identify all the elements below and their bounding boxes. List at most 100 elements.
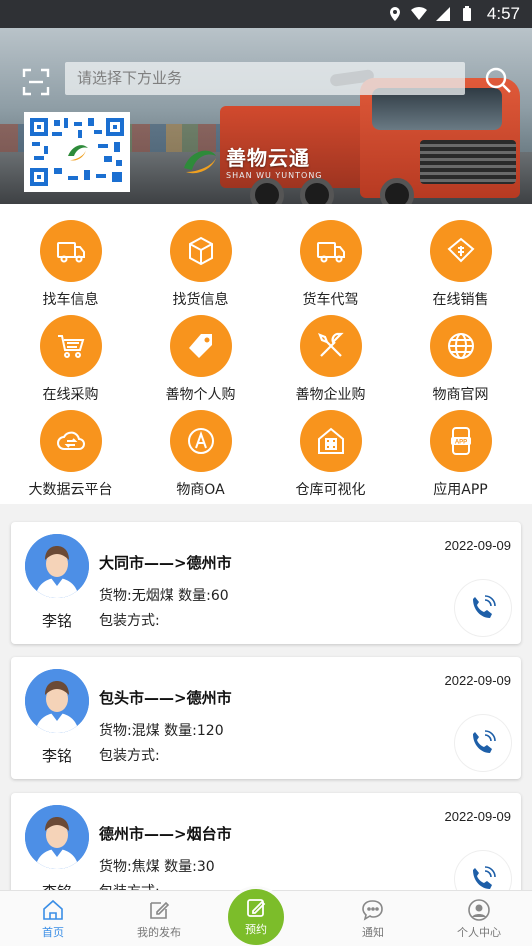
tab-notifications[interactable]: 通知 bbox=[320, 891, 426, 946]
menu-item-official-site[interactable]: 物商官网 bbox=[394, 315, 527, 404]
tools-icon bbox=[317, 332, 344, 357]
order-card[interactable]: 李铭 德州市——>烟台市 2022-09-09 货物:焦煤 数量:30 包装方式… bbox=[11, 793, 521, 890]
warehouse-icon bbox=[317, 427, 344, 454]
chat-icon bbox=[362, 900, 383, 921]
status-time: 4:57 bbox=[486, 4, 520, 23]
menu-label: 物商OA bbox=[176, 482, 225, 498]
menu-label: 在线采购 bbox=[42, 387, 99, 403]
driver-name: 李铭 bbox=[25, 881, 89, 890]
truck-icon bbox=[56, 242, 85, 263]
driver-name: 李铭 bbox=[41, 747, 72, 765]
call-button[interactable] bbox=[455, 715, 511, 771]
order-card[interactable]: 李铭 大同市——>德州市 2022-09-09 货物:无烟煤 数量:60 包装方… bbox=[11, 522, 521, 644]
menu-item-online-sales[interactable]: 在线销售 bbox=[394, 220, 527, 309]
tab-home[interactable]: 首页 bbox=[0, 891, 106, 946]
box-icon bbox=[188, 236, 213, 266]
status-bar: 4:57 bbox=[0, 0, 532, 28]
menu-label: 找货信息 bbox=[172, 292, 229, 308]
scan-icon[interactable] bbox=[22, 68, 50, 96]
cloud-icon bbox=[56, 431, 85, 450]
tab-profile[interactable]: 个人中心 bbox=[426, 891, 532, 946]
menu-item-app[interactable]: APP 应用APP bbox=[394, 410, 527, 499]
service-menu: 找车信息 找货信息 货车代驾 在线销售 在线采购 善物个人购 善物企业购 物商官… bbox=[0, 204, 532, 504]
tab-label: 预约 bbox=[245, 923, 267, 936]
tab-my-posts[interactable]: 我的发布 bbox=[106, 891, 212, 946]
goods-info: 货物:无烟煤 数量:60 bbox=[99, 588, 229, 604]
cart-icon bbox=[57, 335, 84, 358]
date: 2022-09-09 bbox=[444, 809, 512, 824]
brand-subtitle: SHAN WU YUNTONG bbox=[226, 171, 323, 180]
menu-item-online-purchase[interactable]: 在线采购 bbox=[4, 315, 137, 404]
date: 2022-09-09 bbox=[444, 538, 512, 553]
tab-label: 通知 bbox=[362, 926, 384, 939]
phone-icon bbox=[473, 866, 496, 889]
truck-wheel bbox=[380, 178, 414, 204]
truck-wheel bbox=[250, 178, 284, 204]
packaging: 包装方式: bbox=[99, 748, 160, 764]
menu-label: 大数据云平台 bbox=[28, 482, 113, 498]
menu-label: 找车信息 bbox=[42, 292, 99, 308]
brand: 善物云通 SHAN WU YUNTONG bbox=[180, 142, 323, 180]
person-icon bbox=[468, 899, 490, 921]
menu-label: 货车代驾 bbox=[302, 292, 359, 308]
menu-label: 物商官网 bbox=[432, 387, 489, 403]
menu-item-find-vehicle[interactable]: 找车信息 bbox=[4, 220, 137, 309]
qr-code bbox=[24, 112, 130, 192]
brand-name: 善物云通 bbox=[226, 146, 310, 170]
search-icon[interactable] bbox=[484, 66, 512, 94]
brand-logo-icon bbox=[184, 150, 216, 174]
goods-info: 货物:焦煤 数量:30 bbox=[99, 859, 215, 875]
menu-item-big-data[interactable]: 大数据云平台 bbox=[4, 410, 137, 499]
tab-label: 个人中心 bbox=[457, 926, 501, 939]
packaging: 包装方式: bbox=[99, 881, 160, 890]
location-icon bbox=[389, 7, 400, 21]
avatar bbox=[25, 669, 89, 733]
edit-icon bbox=[150, 901, 170, 919]
route: 德州市——>烟台市 bbox=[99, 825, 232, 843]
home-icon bbox=[43, 899, 63, 920]
phone-icon bbox=[473, 595, 496, 618]
battery-icon bbox=[462, 6, 471, 21]
goods-info: 货物:混煤 数量:120 bbox=[99, 723, 224, 739]
menu-item-oa[interactable]: 物商OA bbox=[134, 410, 267, 499]
banner: 善物云通 SHAN WU YUNTONG 请选择下方业务 bbox=[0, 28, 532, 204]
search-input[interactable]: 请选择下方业务 bbox=[65, 62, 465, 95]
route: 大同市——>德州市 bbox=[99, 554, 232, 572]
menu-item-personal-buy[interactable]: 善物个人购 bbox=[134, 315, 267, 404]
menu-label: 善物企业购 bbox=[295, 387, 366, 403]
globe-icon bbox=[447, 333, 474, 359]
truck-icon bbox=[316, 242, 345, 263]
avatar bbox=[25, 805, 89, 869]
packaging: 包装方式: bbox=[99, 613, 160, 629]
app-icon: APP bbox=[450, 427, 471, 455]
phone-icon bbox=[473, 730, 496, 753]
avatar bbox=[25, 534, 89, 598]
menu-item-truck-driving[interactable]: 货车代驾 bbox=[264, 220, 397, 309]
tab-label: 首页 bbox=[42, 926, 64, 939]
truck-wheel bbox=[300, 178, 334, 204]
tab-label: 我的发布 bbox=[137, 926, 181, 939]
wifi-icon bbox=[410, 6, 427, 21]
menu-item-warehouse[interactable]: 仓库可视化 bbox=[264, 410, 397, 499]
menu-item-find-goods[interactable]: 找货信息 bbox=[134, 220, 267, 309]
tag-icon bbox=[188, 334, 212, 358]
call-button[interactable] bbox=[455, 851, 511, 890]
signal-icon bbox=[435, 7, 450, 21]
order-card[interactable]: 李铭 包头市——>德州市 2022-09-09 货物:混煤 数量:120 包装方… bbox=[11, 657, 521, 779]
menu-label: 仓库可视化 bbox=[295, 482, 366, 498]
tab-reserve[interactable]: 预约 bbox=[228, 889, 284, 945]
bottom-tab-bar: 首页 我的发布 预约 通知 个人中心 bbox=[0, 889, 532, 946]
edit-icon bbox=[247, 899, 266, 917]
bag-money-icon bbox=[447, 237, 474, 263]
svg-text:APP: APP bbox=[454, 440, 466, 446]
menu-label: 应用APP bbox=[433, 482, 488, 498]
menu-label: 善物个人购 bbox=[165, 387, 236, 403]
call-button[interactable] bbox=[455, 580, 511, 636]
order-list: 李铭 大同市——>德州市 2022-09-09 货物:无烟煤 数量:60 包装方… bbox=[0, 504, 532, 890]
route: 包头市——>德州市 bbox=[99, 689, 232, 707]
date: 2022-09-09 bbox=[444, 673, 512, 688]
truck-grill bbox=[420, 140, 516, 184]
menu-item-enterprise-buy[interactable]: 善物企业购 bbox=[264, 315, 397, 404]
menu-label: 在线销售 bbox=[432, 292, 489, 308]
letter-a-icon bbox=[187, 428, 214, 454]
